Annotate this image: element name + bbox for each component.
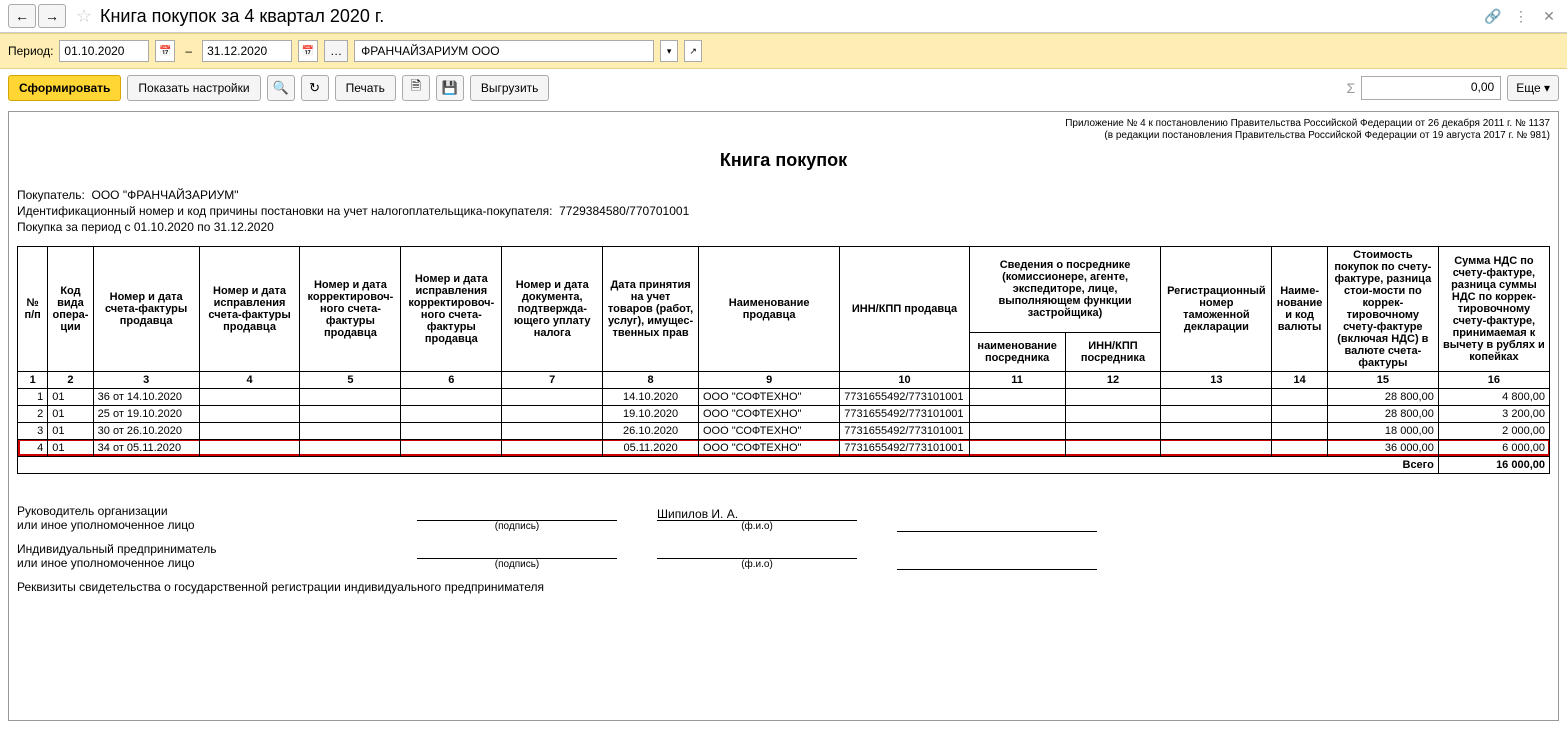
page-title: Книга покупок за 4 квартал 2020 г. (100, 6, 1483, 27)
link-icon[interactable]: 🔗 (1483, 6, 1503, 26)
period-dash: – (185, 44, 192, 58)
th-1: № п/п (18, 246, 48, 371)
forward-button[interactable]: → (38, 4, 66, 28)
show-settings-button[interactable]: Показать настройки (127, 75, 260, 101)
th-colnum: 14 (1272, 371, 1327, 388)
th-13: Регистрационный номер таможенной деклара… (1161, 246, 1272, 371)
organization-dropdown-icon[interactable]: ▾ (660, 40, 678, 62)
table-row[interactable]: 40134 от 05.11.202005.11.2020ООО "СОФТЕХ… (18, 439, 1550, 456)
th-12: ИНН/КПП посредника (1065, 332, 1161, 371)
print-button[interactable]: Печать (335, 75, 396, 101)
sum-display: 0,00 (1361, 76, 1501, 100)
period-from-input[interactable] (59, 40, 149, 62)
chevron-down-icon: ▾ (1544, 81, 1550, 95)
th-11-12: Сведения о посреднике (комиссионере, аге… (969, 246, 1161, 332)
period-label: Период: (8, 44, 53, 58)
th-colnum: 3 (93, 371, 199, 388)
report-title: Книга покупок (17, 150, 1550, 171)
th-colnum: 7 (502, 371, 603, 388)
th-colnum: 11 (969, 371, 1065, 388)
th-colnum: 12 (1065, 371, 1161, 388)
th-7: Номер и дата документа, подтвержда-ющего… (502, 246, 603, 371)
close-icon[interactable]: ✕ (1539, 6, 1559, 26)
export-button[interactable]: Выгрузить (470, 75, 550, 101)
period-to-input[interactable] (202, 40, 292, 62)
th-16: Сумма НДС по счету-фактуре, разница сумм… (1438, 246, 1549, 371)
th-colnum: 15 (1327, 371, 1438, 388)
organization-open-icon[interactable]: ↗ (684, 40, 702, 62)
th-6: Номер и дата исправления корректировоч-н… (401, 246, 502, 371)
th-colnum: 13 (1161, 371, 1272, 388)
report-area: Приложение № 4 к постановлению Правитель… (8, 111, 1559, 721)
calendar-from-icon[interactable]: 📅 (155, 40, 175, 62)
period-toolbar: Период: 📅 – 📅 … ▾ ↗ (0, 33, 1567, 69)
th-colnum: 16 (1438, 371, 1549, 388)
refresh-icon[interactable]: ↻ (301, 75, 329, 101)
th-14: Наиме-нование и код валюты (1272, 246, 1327, 371)
report-table: № п/п Код вида опера-ции Номер и дата сч… (17, 246, 1550, 474)
buyer-info: Покупатель: ООО "ФРАНЧАЙЗАРИУМ" Идентифи… (17, 187, 1550, 236)
table-row[interactable]: 20125 от 19.10.202019.10.2020ООО "СОФТЕХ… (18, 405, 1550, 422)
th-5: Номер и дата корректировоч-ного счета-фа… (300, 246, 401, 371)
th-2: Код вида опера-ции (48, 246, 93, 371)
th-15: Стоимость покупок по счету-фактуре, разн… (1327, 246, 1438, 371)
table-row[interactable]: 30130 от 26.10.202026.10.2020ООО "СОФТЕХ… (18, 422, 1550, 439)
period-select-button[interactable]: … (324, 40, 348, 62)
th-10: ИНН/КПП продавца (840, 246, 969, 371)
sigma-icon: Σ (1347, 80, 1356, 96)
th-colnum: 10 (840, 371, 969, 388)
table-row[interactable]: 10136 от 14.10.202014.10.2020ООО "СОФТЕХ… (18, 388, 1550, 405)
th-colnum: 4 (199, 371, 300, 388)
action-toolbar: Сформировать Показать настройки 🔍 ↻ Печа… (0, 69, 1567, 107)
th-colnum: 8 (603, 371, 699, 388)
th-4: Номер и дата исправления счета-фактуры п… (199, 246, 300, 371)
save-icon[interactable]: 💾 (436, 75, 464, 101)
th-9: Наименование продавца (699, 246, 840, 371)
total-row: Всего16 000,00 (18, 456, 1550, 473)
th-colnum: 9 (699, 371, 840, 388)
th-colnum: 1 (18, 371, 48, 388)
calendar-to-icon[interactable]: 📅 (298, 40, 318, 62)
preview-icon[interactable]: 🗎 (402, 75, 430, 101)
favorite-icon[interactable]: ☆ (74, 6, 94, 26)
th-colnum: 2 (48, 371, 93, 388)
th-colnum: 5 (300, 371, 401, 388)
th-colnum: 6 (401, 371, 502, 388)
organization-input[interactable] (354, 40, 654, 62)
back-button[interactable]: ← (8, 4, 36, 28)
titlebar: ← → ☆ Книга покупок за 4 квартал 2020 г.… (0, 0, 1567, 33)
search-icon[interactable]: 🔍 (267, 75, 295, 101)
th-3: Номер и дата счета-фактуры продавца (93, 246, 199, 371)
signatures: Руководитель организации или иное уполно… (17, 504, 1550, 594)
form-button[interactable]: Сформировать (8, 75, 121, 101)
legal-text: Приложение № 4 к постановлению Правитель… (17, 118, 1550, 142)
th-8: Дата принятия на учет товаров (работ, ус… (603, 246, 699, 371)
th-11: наименование посредника (969, 332, 1065, 371)
more-button[interactable]: Еще ▾ (1507, 75, 1559, 101)
kebab-icon[interactable]: ⋮ (1511, 6, 1531, 26)
